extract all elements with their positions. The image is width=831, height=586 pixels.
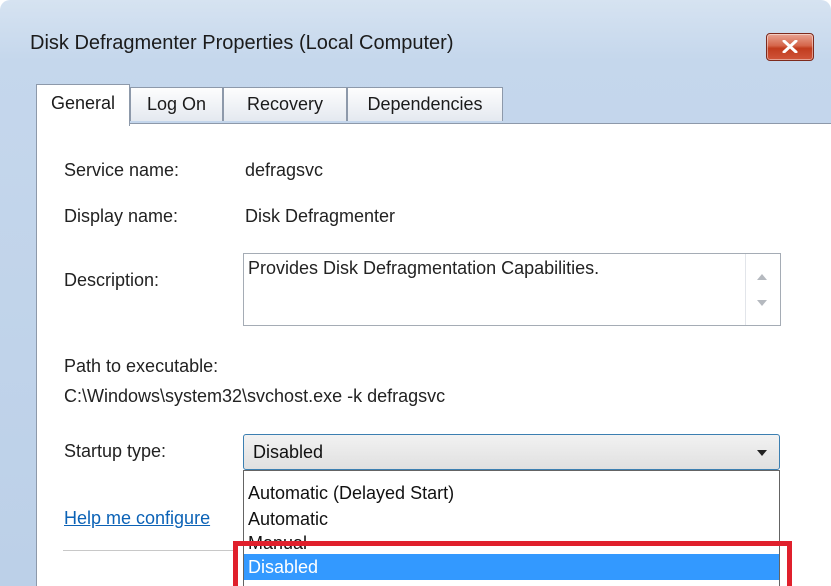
option-automatic[interactable]: Automatic (248, 509, 328, 530)
description-text: Provides Disk Defragmentation Capabiliti… (248, 258, 600, 278)
option-automatic-delayed[interactable]: Automatic (Delayed Start) (248, 483, 454, 504)
startup-type-select[interactable]: Disabled (243, 434, 780, 470)
tab-general[interactable]: General (36, 84, 130, 126)
title-bar[interactable]: Disk Defragmenter Properties (Local Comp… (0, 0, 831, 78)
highlight-annotation (233, 541, 792, 586)
tab-label: Dependencies (367, 94, 483, 114)
close-icon (782, 40, 798, 53)
scroll-down-icon[interactable] (757, 300, 767, 306)
description-field[interactable]: Provides Disk Defragmentation Capabiliti… (243, 253, 781, 326)
tab-log-on[interactable]: Log On (130, 87, 223, 121)
tab-label: Recovery (246, 94, 324, 114)
help-configure-link[interactable]: Help me configure (64, 508, 210, 529)
startup-type-value: Disabled (253, 442, 324, 462)
description-scrollbar[interactable] (745, 254, 780, 325)
tab-label: Log On (146, 94, 207, 114)
service-name-label: Service name: (64, 160, 180, 180)
tab-label: General (50, 93, 116, 113)
path-value: C:\Windows\system32\svchost.exe -k defra… (64, 386, 446, 406)
display-name-value: Disk Defragmenter (245, 206, 396, 226)
service-name-value: defragsvc (245, 160, 324, 180)
window-title: Disk Defragmenter Properties (Local Comp… (30, 32, 454, 54)
tab-recovery[interactable]: Recovery (223, 87, 347, 121)
close-button[interactable] (766, 33, 814, 61)
description-label: Description: (64, 270, 160, 290)
tab-dependencies[interactable]: Dependencies (347, 87, 503, 121)
properties-dialog: Disk Defragmenter Properties (Local Comp… (0, 0, 831, 586)
scroll-up-icon[interactable] (757, 274, 767, 280)
path-label: Path to executable: (64, 356, 219, 376)
startup-type-label: Startup type: (64, 441, 167, 461)
chevron-down-icon[interactable] (757, 450, 767, 456)
display-name-label: Display name: (64, 206, 179, 226)
separator-line (63, 550, 233, 551)
